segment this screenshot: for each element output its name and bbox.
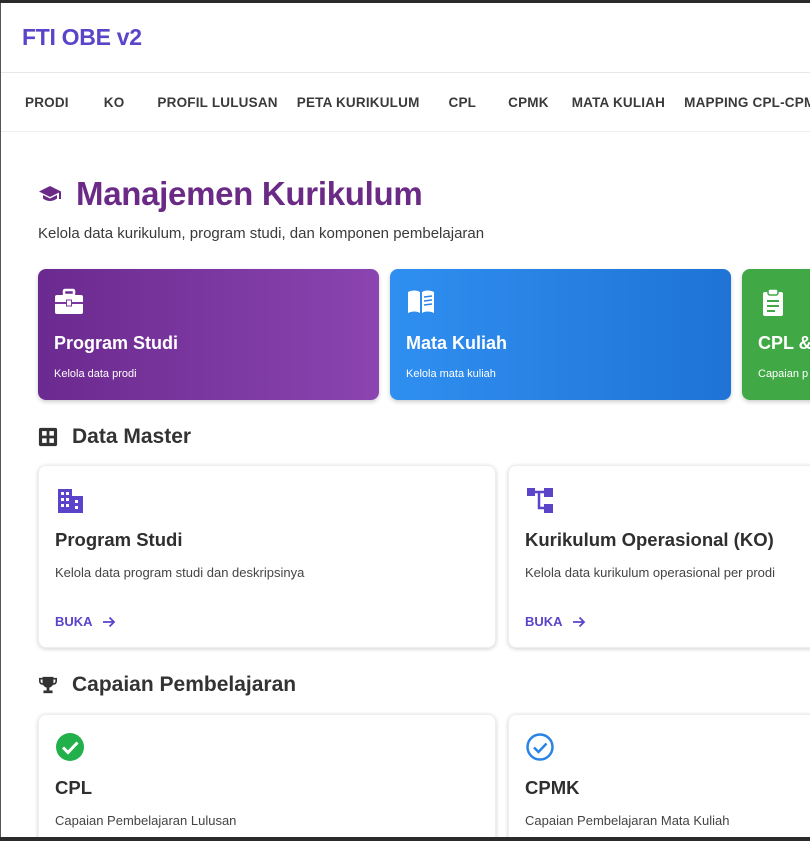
grid-icon <box>38 427 58 447</box>
section-data-master: Data Master <box>38 425 191 449</box>
card-description: Kelola data program studi dan deskripsin… <box>55 565 305 580</box>
nav-item-mapping-cpl-cpmk[interactable]: MAPPING CPL-CPMK <box>684 95 810 110</box>
nav-item-profil-lulusan[interactable]: PROFIL LULUSAN <box>157 95 277 110</box>
book-icon <box>408 290 434 313</box>
page-subtitle: Kelola data kurikulum, program studi, da… <box>38 225 485 242</box>
open-link[interactable]: BUKA <box>55 614 116 629</box>
quick-card-title: Mata Kuliah <box>406 333 508 353</box>
card-cpmk[interactable]: CPMK Capaian Pembelajaran Mata Kuliah <box>508 714 810 837</box>
quick-card-subtitle: Capaian p <box>758 368 809 380</box>
card-cpl[interactable]: CPL Capaian Pembelajaran Lulusan <box>38 714 496 837</box>
open-label: BUKA <box>55 614 93 629</box>
card-program-studi[interactable]: Program Studi Kelola data program studi … <box>38 465 496 648</box>
section-title: Capaian Pembelajaran <box>72 673 297 696</box>
card-kurikulum-operasional[interactable]: Kurikulum Operasional (KO) Kelola data k… <box>508 465 810 648</box>
nav-item-ko[interactable]: KO <box>104 95 125 110</box>
building-icon <box>58 489 83 513</box>
quick-card-mata-kuliah[interactable]: Mata Kuliah Kelola mata kuliah <box>390 269 731 400</box>
clipboard-icon <box>763 288 783 316</box>
app-window: FTI OBE v2 PRODI KO PROFIL LULUSAN PETA … <box>0 3 810 837</box>
page-title: Manajemen Kurikulum <box>76 175 423 212</box>
card-title: CPL <box>55 777 92 798</box>
nav-item-cpmk[interactable]: CPMK <box>508 95 549 110</box>
card-description: Capaian Pembelajaran Mata Kuliah <box>525 813 730 828</box>
quick-card-title: CPL & <box>758 333 810 353</box>
graduation-cap-icon <box>39 186 61 201</box>
check-circle-outline-icon <box>526 733 554 761</box>
quick-card-program-studi[interactable]: Program Studi Kelola data prodi <box>38 269 379 400</box>
nav-item-cpl[interactable]: CPL <box>449 95 477 110</box>
open-link[interactable]: BUKA <box>525 614 586 629</box>
trophy-icon <box>39 676 57 694</box>
nav-item-prodi[interactable]: PRODI <box>25 95 69 110</box>
quick-card-subtitle: Kelola data prodi <box>54 368 137 380</box>
quick-card-title: Program Studi <box>54 333 179 353</box>
check-circle-filled-icon <box>56 733 84 761</box>
card-description: Capaian Pembelajaran Lulusan <box>55 813 237 828</box>
card-title: Kurikulum Operasional (KO) <box>525 529 774 550</box>
nav-item-peta-kurikulum[interactable]: PETA KURIKULUM <box>297 95 420 110</box>
app-title[interactable]: FTI OBE v2 <box>22 24 142 51</box>
open-label: BUKA <box>525 614 563 629</box>
card-description: Kelola data kurikulum operasional per pr… <box>525 565 776 580</box>
section-title: Data Master <box>72 425 192 448</box>
page-header: Manajemen Kurikulum <box>38 175 423 213</box>
hierarchy-icon <box>527 488 553 513</box>
top-nav: PRODI KO PROFIL LULUSAN PETA KURIKULUM C… <box>1 73 810 132</box>
briefcase-icon <box>55 288 83 314</box>
quick-card-subtitle: Kelola mata kuliah <box>406 368 496 380</box>
arrow-right-icon <box>102 616 115 627</box>
card-title: Program Studi <box>55 529 183 550</box>
nav-item-mata-kuliah[interactable]: MATA KULIAH <box>572 95 665 110</box>
quick-card-cpl[interactable]: CPL & Capaian p <box>742 269 810 400</box>
section-capaian-pembelajaran: Capaian Pembelajaran <box>38 673 296 697</box>
card-title: CPMK <box>525 777 580 798</box>
app-bar: FTI OBE v2 <box>1 3 810 73</box>
arrow-right-icon <box>572 616 585 627</box>
